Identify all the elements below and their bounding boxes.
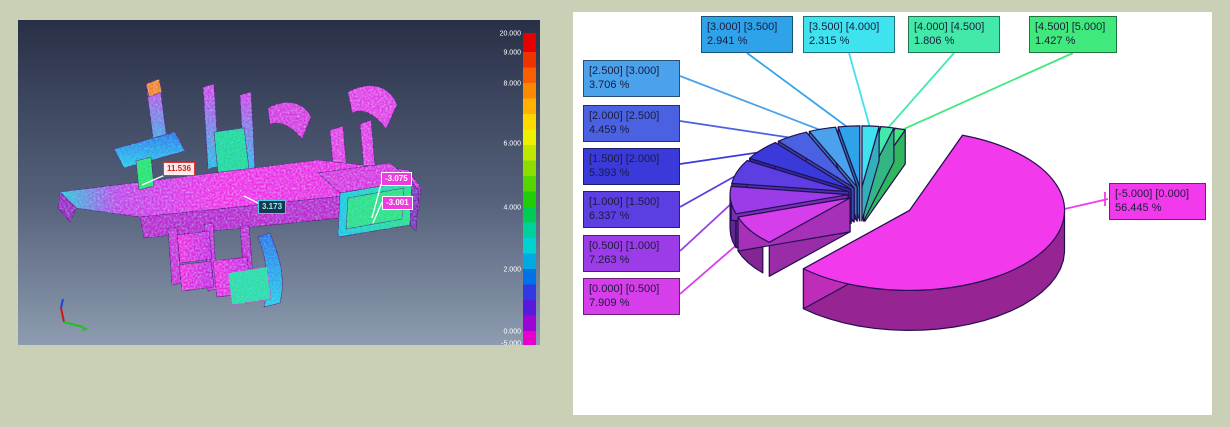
pie-label-[4.500] [5.000]: [4.500] [5.000]1.427 % xyxy=(1029,16,1117,53)
pie-label-[2.000] [2.500]: [2.000] [2.500]4.459 % xyxy=(583,105,680,142)
pie-label-percent: 1.806 % xyxy=(914,34,994,48)
pie-label-range: [1.000] [1.500] xyxy=(589,195,674,209)
pie-label-range: [0.000] [0.500] xyxy=(589,282,674,296)
pie-label-[1.500] [2.000]: [1.500] [2.000]5.393 % xyxy=(583,148,680,185)
colorbar-tick-label: 9.000 xyxy=(503,50,521,57)
deviation-flag--3.001[interactable]: -3.001 xyxy=(382,196,413,210)
pie-label-range: [4.000] [4.500] xyxy=(914,20,994,34)
pie-label-range: [3.500] [4.000] xyxy=(809,20,889,34)
pie-label-percent: 6.337 % xyxy=(589,209,674,223)
pie-label-percent: 7.909 % xyxy=(589,296,674,310)
app-screenshot: { "page": { "background": "#cad0b5" }, "… xyxy=(0,0,1230,427)
deviation-distribution-chart-panel[interactable]: [4.500] [5.000]1.427 % [4.000] [4.500]1.8… xyxy=(573,12,1212,415)
pie-label-[3.500] [4.000]: [3.500] [4.000]2.315 % xyxy=(803,16,895,53)
pie-label-range: [-5.000] [0.000] xyxy=(1115,187,1200,201)
colorbar-tick-label: 4.000 xyxy=(503,205,521,212)
pie-label-percent: 2.941 % xyxy=(707,34,787,48)
scanned-part-canvas: 20.000 9.000 8.000 6.000 4.000 2.000 0.000 -5.0… xyxy=(18,20,540,345)
pie-label-[4.000] [4.500]: [4.000] [4.500]1.806 % xyxy=(908,16,1000,53)
pie-label-[2.500] [3.000]: [2.500] [3.000]3.706 % xyxy=(583,60,680,97)
colorbar-tick-label: -5.000 xyxy=(501,341,521,346)
colorbar-tick-label: 2.000 xyxy=(503,267,521,274)
pie-label-range: [4.500] [5.000] xyxy=(1035,20,1111,34)
pie-label-percent: 56.445 % xyxy=(1115,201,1200,215)
colorbar-tick-label: 0.000 xyxy=(503,329,521,336)
pie-label-range: [3.000] [3.500] xyxy=(707,20,787,34)
pie-label-[1.000] [1.500]: [1.000] [1.500]6.337 % xyxy=(583,191,680,228)
colorbar-tick-label: 8.000 xyxy=(503,81,521,88)
deviation-flag-3.173[interactable]: 3.173 xyxy=(258,200,286,214)
deviation-flag-11.536[interactable]: 11.536 xyxy=(163,162,195,176)
pie-label-range: [2.000] [2.500] xyxy=(589,109,674,123)
colorbar-tick-label: 20.000 xyxy=(500,31,522,38)
pie-label-percent: 4.459 % xyxy=(589,123,674,137)
pie-label-[-5.000] [0.000]: [-5.000] [0.000]56.445 % xyxy=(1109,183,1206,220)
pie-label-range: [2.500] [3.000] xyxy=(589,64,674,78)
coordinate-axes-icon xyxy=(61,299,89,331)
deviation-speckle-overlay xyxy=(58,79,421,307)
deviation-3d-viewport[interactable]: 20.000 9.000 8.000 6.000 4.000 2.000 0.000 -5.0… xyxy=(18,20,540,345)
deviation-color-scale[interactable]: 20.000 9.000 8.000 6.000 4.000 2.000 0.000 -5.0… xyxy=(500,31,536,346)
colorbar-tick-label: 6.000 xyxy=(503,141,521,148)
pie-label-percent: 7.263 % xyxy=(589,253,674,267)
pie-label-[3.000] [3.500]: [3.000] [3.500]2.941 % xyxy=(701,16,793,53)
deviation-flag--3.075[interactable]: -3.075 xyxy=(381,172,412,186)
pie-label-percent: 5.393 % xyxy=(589,166,674,180)
pie-label-percent: 1.427 % xyxy=(1035,34,1111,48)
pie-label-percent: 3.706 % xyxy=(589,78,674,92)
pie-label-range: [1.500] [2.000] xyxy=(589,152,674,166)
pie-label-[0.000] [0.500]: [0.000] [0.500]7.909 % xyxy=(583,278,680,315)
pie-label-[0.500] [1.000]: [0.500] [1.000]7.263 % xyxy=(583,235,680,272)
pie-label-range: [0.500] [1.000] xyxy=(589,239,674,253)
pie-label-percent: 2.315 % xyxy=(809,34,889,48)
